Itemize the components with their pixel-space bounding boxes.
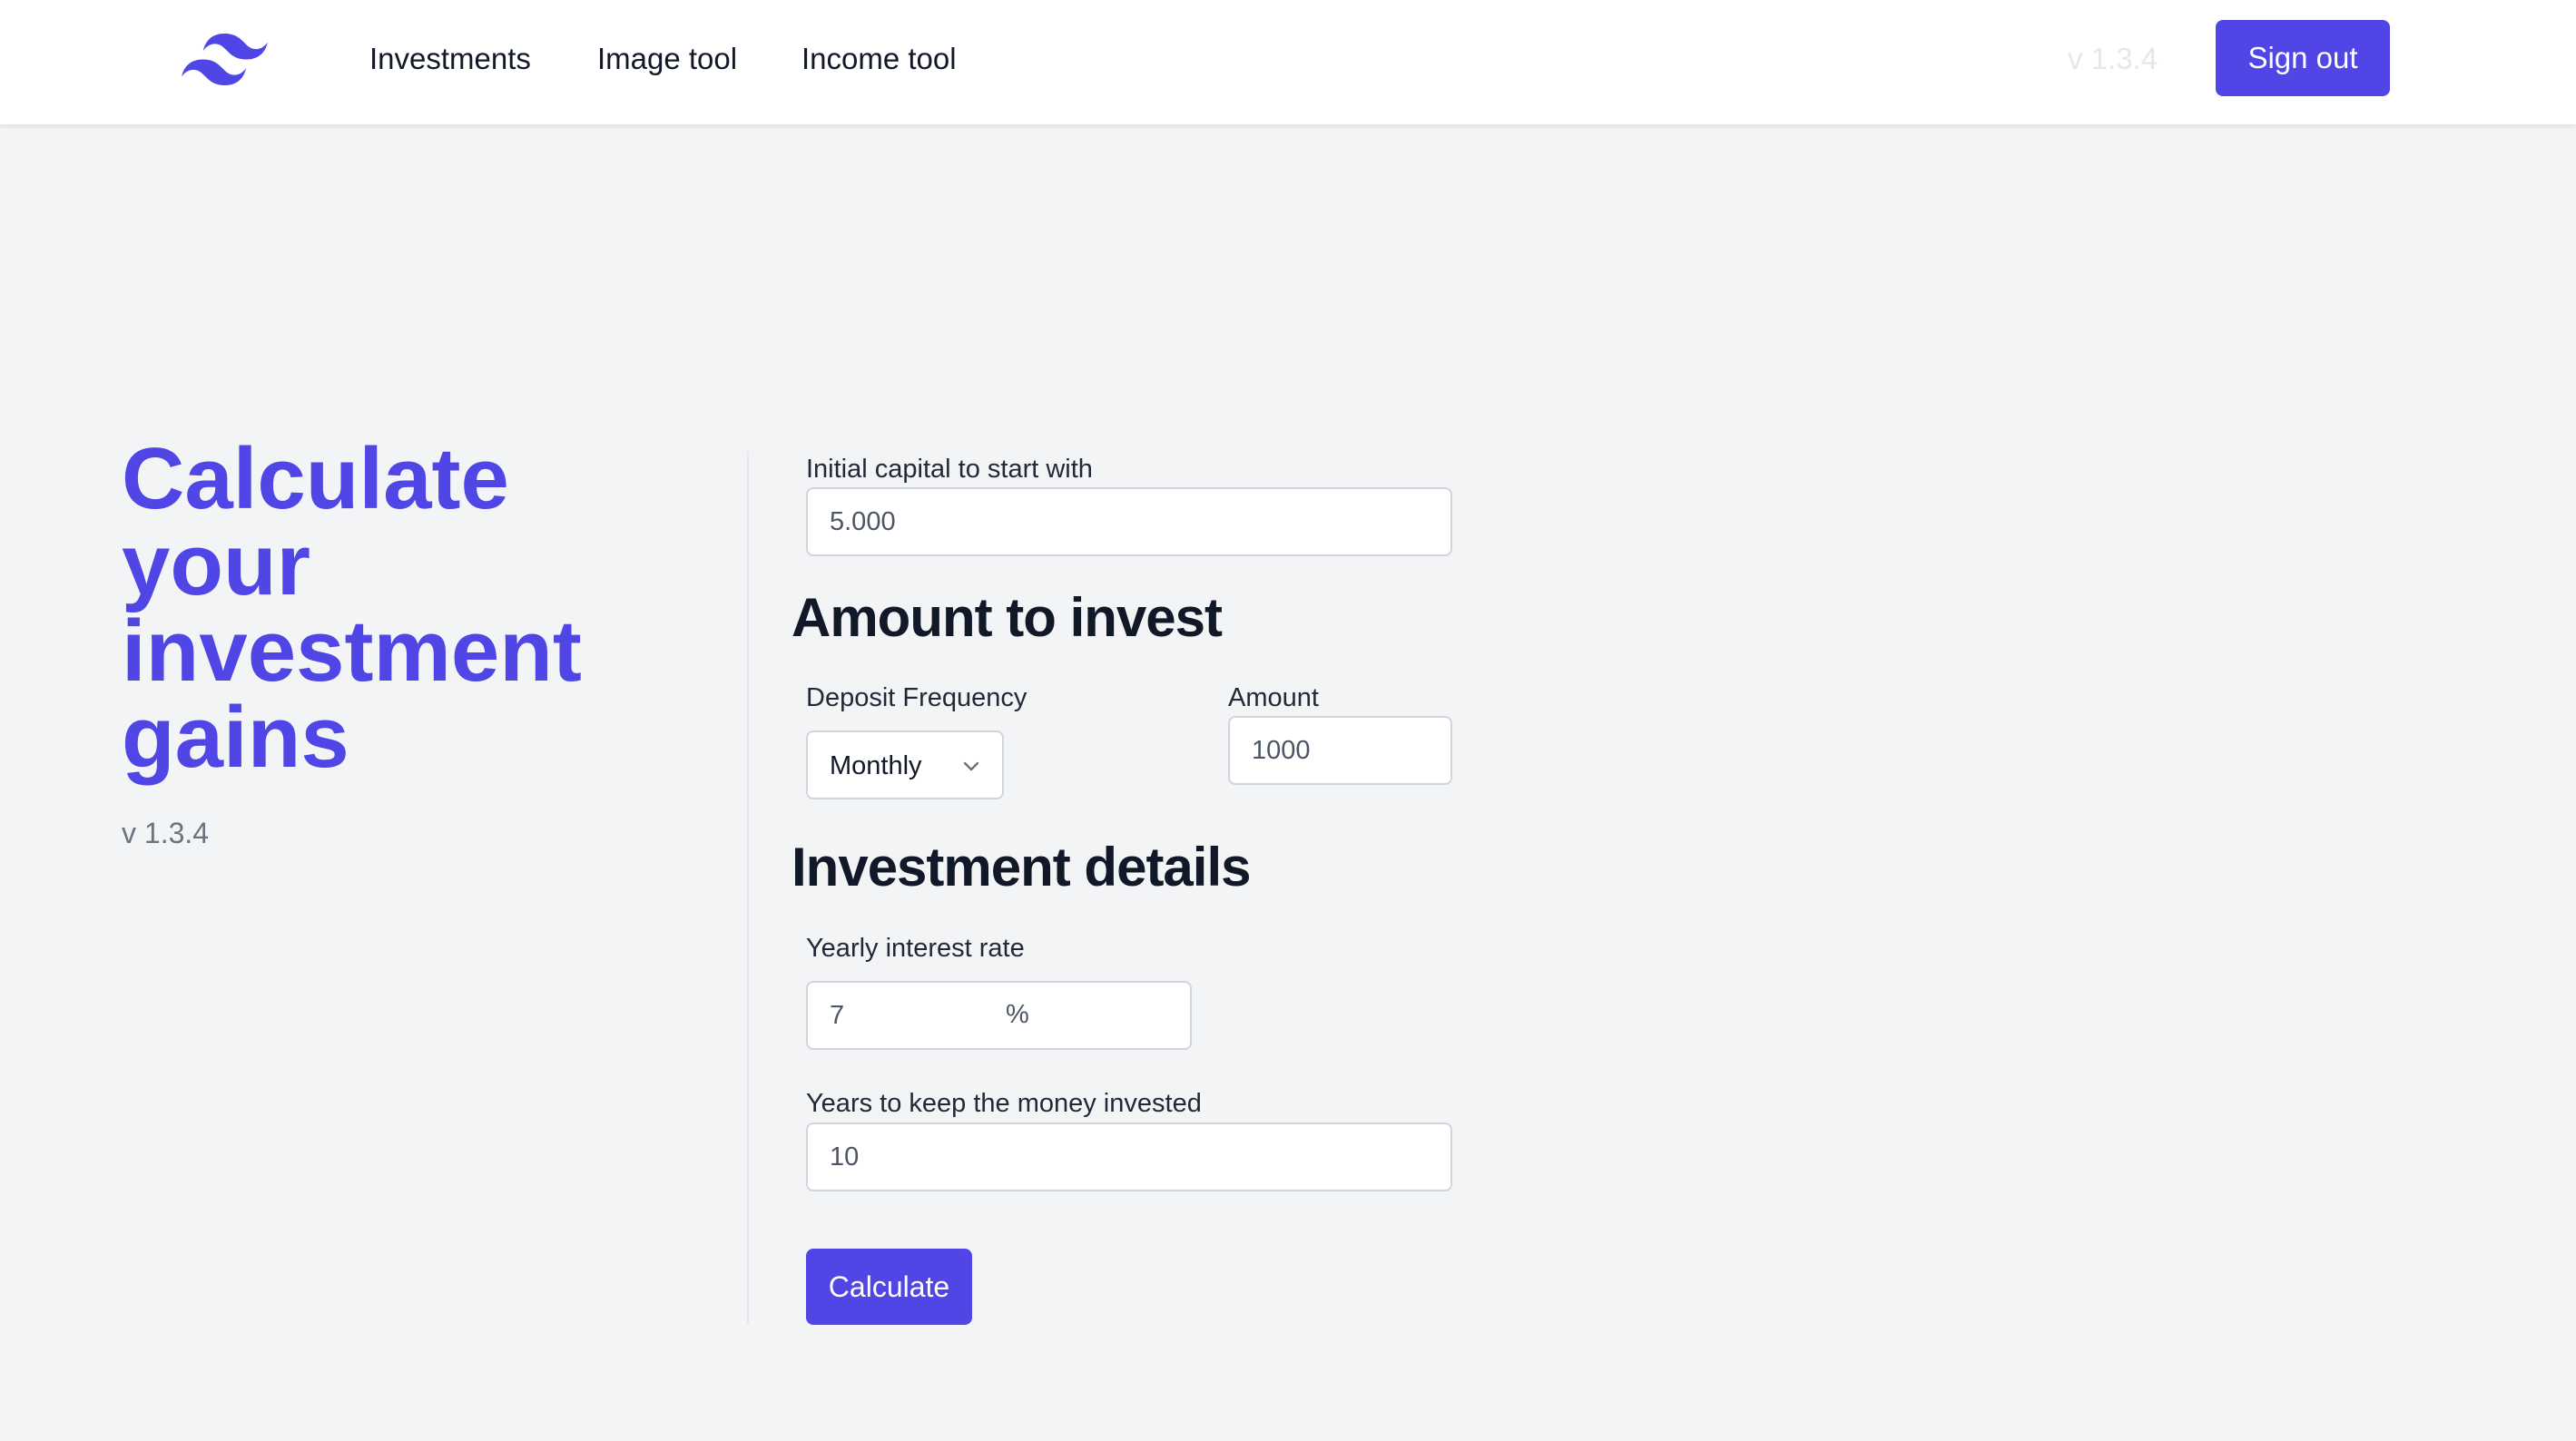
deposit-frequency-label: Deposit Frequency	[806, 683, 1027, 712]
wave-logo-icon[interactable]	[182, 33, 268, 87]
deposit-frequency-select[interactable]: Monthly	[806, 730, 1004, 799]
amount-section-title: Amount to invest	[791, 587, 1223, 648]
nav-income-tool[interactable]: Income tool	[801, 38, 957, 80]
page-title: Calculate your investment gains	[122, 430, 684, 786]
initial-capital-input[interactable]	[806, 487, 1452, 556]
years-input[interactable]	[806, 1122, 1452, 1191]
amount-input[interactable]	[1228, 716, 1452, 785]
header-version-label: v 1.3.4	[2068, 42, 2158, 75]
years-label: Years to keep the money invested	[806, 1089, 1202, 1118]
interest-rate-label: Yearly interest rate	[806, 934, 1025, 963]
app-version-label: v 1.3.4	[122, 817, 210, 849]
percent-sign: %	[1006, 1000, 1029, 1029]
page-title-line: investment	[122, 603, 582, 700]
investment-details-title: Investment details	[791, 837, 1252, 897]
nav-image-tool[interactable]: Image tool	[597, 38, 737, 80]
page-title-line: Calculate	[122, 430, 509, 527]
calculate-button[interactable]: Calculate	[806, 1249, 972, 1325]
amount-label: Amount	[1228, 683, 1319, 712]
initial-capital-label: Initial capital to start with	[806, 455, 1093, 484]
page-title-line: gains	[122, 689, 349, 786]
top-navbar: Investments Image tool Income tool v 1.3…	[0, 0, 2576, 125]
vertical-divider	[747, 452, 749, 1325]
interest-rate-input[interactable]	[806, 981, 1192, 1050]
page-title-line: your	[122, 516, 311, 613]
chevron-down-icon	[963, 761, 979, 771]
nav-investments[interactable]: Investments	[369, 38, 531, 80]
sign-out-button[interactable]: Sign out	[2216, 20, 2390, 96]
deposit-frequency-value: Monthly	[830, 751, 922, 780]
